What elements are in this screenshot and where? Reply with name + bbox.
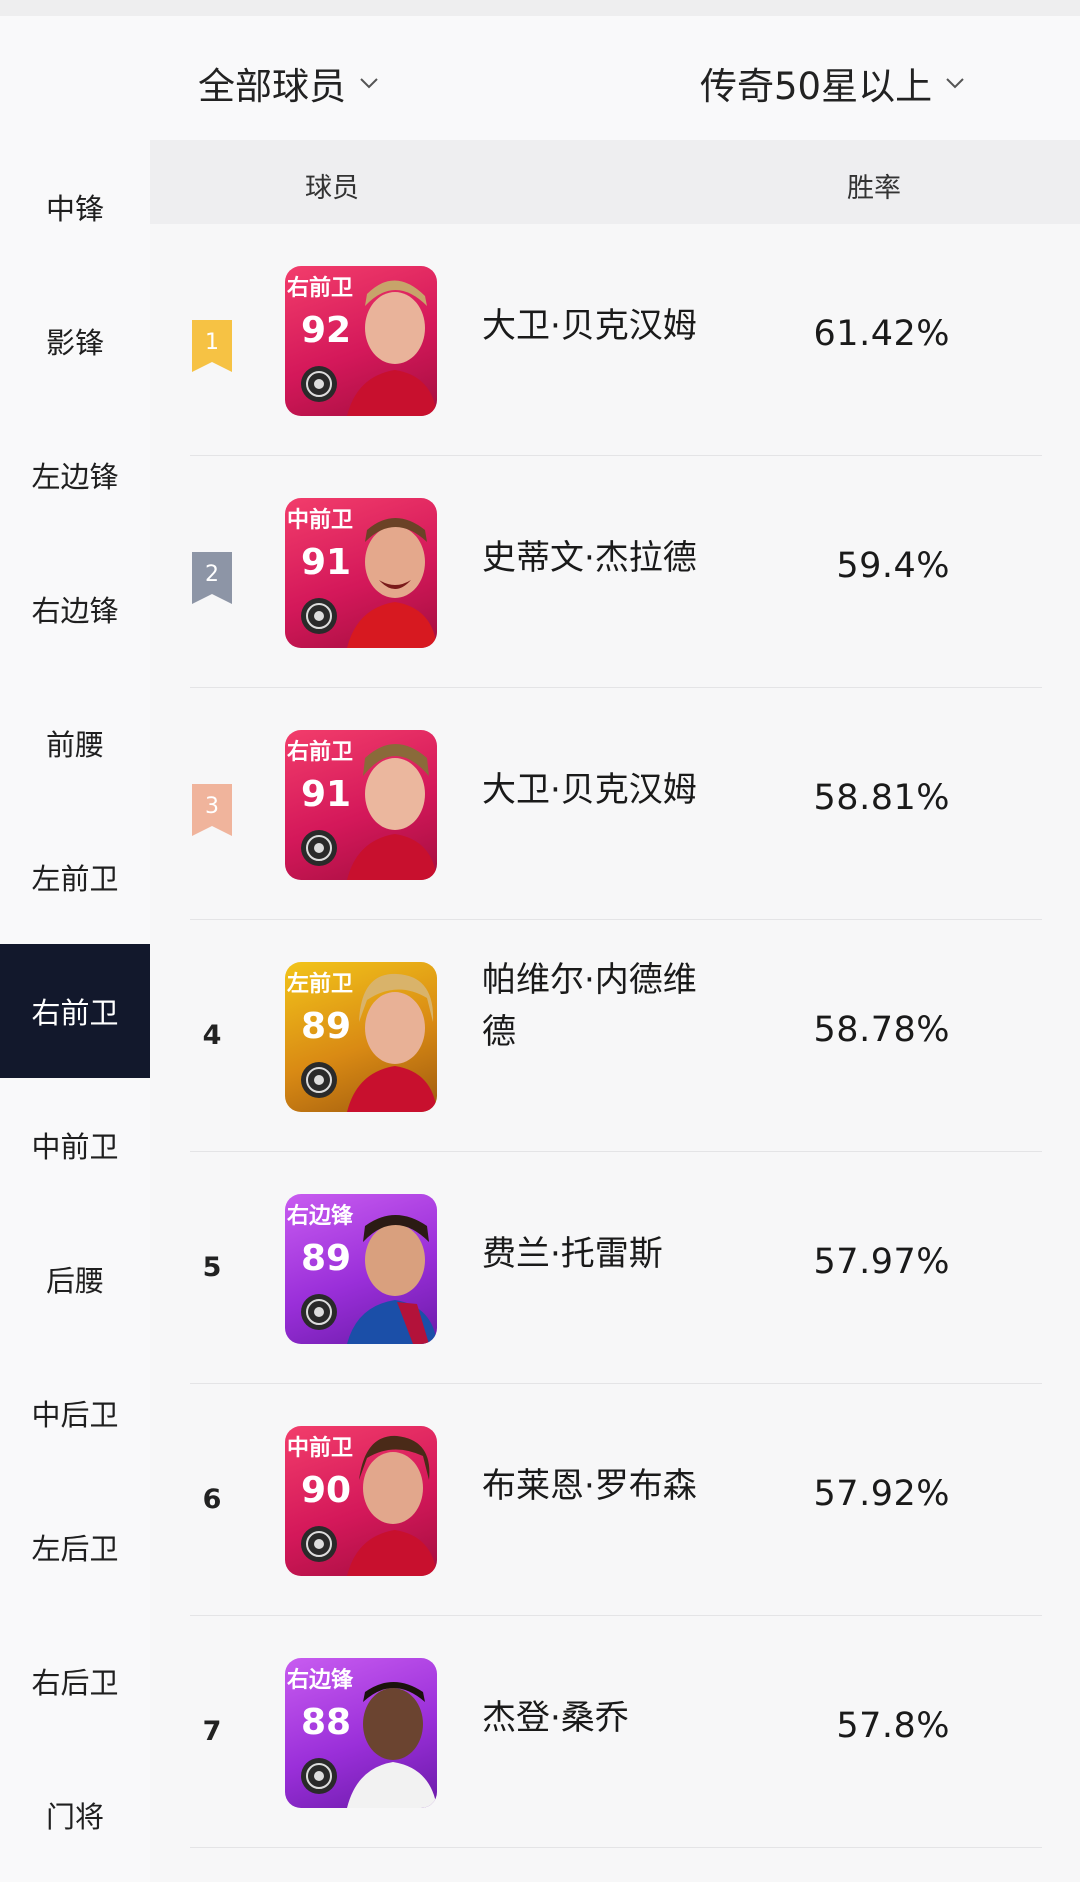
table-row[interactable]: 5 右边锋 89 费兰·托雷斯 57.97%: [150, 1152, 1080, 1384]
row-divider: [190, 1847, 1042, 1848]
rank-number: 5: [202, 1252, 222, 1283]
sidebar-item-lmf[interactable]: 左前卫: [0, 810, 150, 944]
player-card[interactable]: 右边锋 89: [285, 1194, 437, 1344]
legend-emblem-icon: [301, 830, 337, 866]
rank-number: 6: [202, 1484, 222, 1515]
sidebar-item-rb[interactable]: 右后卫: [0, 1614, 150, 1748]
player-name[interactable]: 大卫·贝克汉姆: [482, 300, 732, 352]
sidebar-item-cb[interactable]: 中后卫: [0, 1346, 150, 1480]
table-row[interactable]: 4 左前卫 89 帕维尔·内德维 德 58.78%: [150, 920, 1080, 1152]
sidebar-item-lwf[interactable]: 左边锋: [0, 408, 150, 542]
sidebar-item-dmf[interactable]: 后腰: [0, 1212, 150, 1346]
sidebar-item-label: 后腰: [45, 1264, 104, 1298]
sidebar-item-label: 左前卫: [31, 862, 119, 896]
win-rate-value: 61.42%: [813, 314, 950, 354]
player-card[interactable]: 左前卫 89: [285, 962, 437, 1112]
legend-emblem-icon: [301, 366, 337, 402]
player-name-line: 德: [482, 1012, 516, 1052]
legend-emblem-icon: [301, 1758, 337, 1794]
legend-emblem-icon: [301, 598, 337, 634]
legend-emblem-icon: [301, 1294, 337, 1330]
player-card[interactable]: 中前卫 91: [285, 498, 437, 648]
rank-bronze-ribbon-icon: 3: [192, 784, 232, 836]
player-portrait-icon: [347, 744, 437, 880]
table-row[interactable]: 6 中前卫 90 布莱恩·罗布森 57.92%: [150, 1384, 1080, 1616]
player-scope-label: 全部球员: [198, 65, 346, 108]
sidebar-item-label: 门将: [45, 1800, 104, 1834]
table-row[interactable]: 3 右前卫 91 大卫·贝克汉姆 58.81%: [150, 688, 1080, 920]
header-player: 球员: [305, 173, 359, 204]
sidebar-item-cmf[interactable]: 中前卫: [0, 1078, 150, 1212]
win-rate-value: 57.97%: [813, 1242, 950, 1282]
player-portrait-icon: [347, 1435, 437, 1576]
sidebar-item-label: 左后卫: [31, 1532, 119, 1566]
sidebar-item-label: 右后卫: [31, 1666, 119, 1700]
player-card[interactable]: 右边锋 88: [285, 1658, 437, 1808]
player-name-line: 帕维尔·内德维: [482, 960, 697, 1000]
sidebar-item-label: 影锋: [45, 326, 104, 360]
filter-bar: 全部球员 传奇50星以上: [0, 16, 1080, 140]
table-row[interactable]: 2 中前卫 91 史蒂文·杰拉德 59.4%: [150, 456, 1080, 688]
sidebar-item-label: 前腰: [45, 728, 104, 762]
win-rate-value: 57.92%: [813, 1474, 950, 1514]
win-rate-value: 59.4%: [836, 546, 950, 586]
tier-dropdown[interactable]: 传奇50星以上: [700, 58, 966, 108]
sidebar-item-gk[interactable]: 门将: [0, 1748, 150, 1882]
player-portrait-icon: [347, 1682, 437, 1808]
rank-number: 2: [205, 562, 219, 587]
player-card[interactable]: 右前卫 91: [285, 730, 437, 880]
player-portrait-icon: [347, 1215, 437, 1344]
player-card[interactable]: 中前卫 90: [285, 1426, 437, 1576]
ranking-table: 球员 胜率 1 右前卫 92 大卫·贝克汉姆 61.42% 2 中前卫 91 史…: [150, 140, 1080, 1882]
player-name[interactable]: 帕维尔·内德维 德: [482, 954, 732, 1058]
player-name[interactable]: 布莱恩·罗布森: [482, 1460, 732, 1512]
top-strip: [0, 0, 1080, 16]
sidebar-item-rmf[interactable]: 右前卫: [0, 944, 150, 1078]
table-row[interactable]: 1 右前卫 92 大卫·贝克汉姆 61.42%: [150, 224, 1080, 456]
sidebar-item-label: 中前卫: [31, 1130, 119, 1164]
sidebar-item-label: 中锋: [45, 192, 104, 226]
player-name[interactable]: 史蒂文·杰拉德: [482, 532, 732, 584]
sidebar-item-label: 右前卫: [31, 996, 119, 1030]
win-rate-value: 57.8%: [836, 1706, 950, 1746]
rank-silver-ribbon-icon: 2: [192, 552, 232, 604]
player-name[interactable]: 费兰·托雷斯: [482, 1228, 732, 1280]
chevron-down-icon: [946, 78, 964, 89]
player-portrait-icon: [347, 973, 437, 1112]
win-rate-value: 58.78%: [813, 1010, 950, 1050]
player-card[interactable]: 右前卫 92: [285, 266, 437, 416]
rank-gold-ribbon-icon: 1: [192, 320, 232, 372]
player-name[interactable]: 杰登·桑乔: [482, 1692, 732, 1744]
win-rate-value: 58.81%: [813, 778, 950, 818]
sidebar-item-rwf[interactable]: 右边锋: [0, 542, 150, 676]
header-win-rate: 胜率: [847, 173, 901, 204]
player-portrait-icon: [347, 518, 437, 648]
sidebar-item-cf[interactable]: 中锋: [0, 140, 150, 274]
chevron-down-icon: [360, 78, 378, 89]
rank-number: 1: [205, 330, 219, 355]
player-portrait-icon: [347, 280, 437, 416]
sidebar-item-label: 中后卫: [31, 1398, 119, 1432]
position-sidebar: 中锋 影锋 左边锋 右边锋 前腰 左前卫 右前卫 中前卫 后腰 中后卫 左后卫 …: [0, 140, 150, 1882]
table-header: 球员 胜率: [150, 140, 1080, 224]
sidebar-item-ss[interactable]: 影锋: [0, 274, 150, 408]
legend-emblem-icon: [301, 1526, 337, 1562]
sidebar-item-label: 右边锋: [31, 594, 119, 628]
rank-number: 4: [202, 1020, 222, 1051]
sidebar-item-amf[interactable]: 前腰: [0, 676, 150, 810]
player-scope-dropdown[interactable]: 全部球员: [198, 58, 380, 108]
table-row[interactable]: 7 右边锋 88 杰登·桑乔 57.8%: [150, 1616, 1080, 1848]
sidebar-item-lb[interactable]: 左后卫: [0, 1480, 150, 1614]
legend-emblem-icon: [301, 1062, 337, 1098]
player-name[interactable]: 大卫·贝克汉姆: [482, 764, 732, 816]
sidebar-item-label: 左边锋: [31, 460, 119, 494]
tier-label: 传奇50星以上: [700, 65, 933, 108]
rank-number: 7: [202, 1716, 222, 1747]
rank-number: 3: [205, 794, 219, 819]
